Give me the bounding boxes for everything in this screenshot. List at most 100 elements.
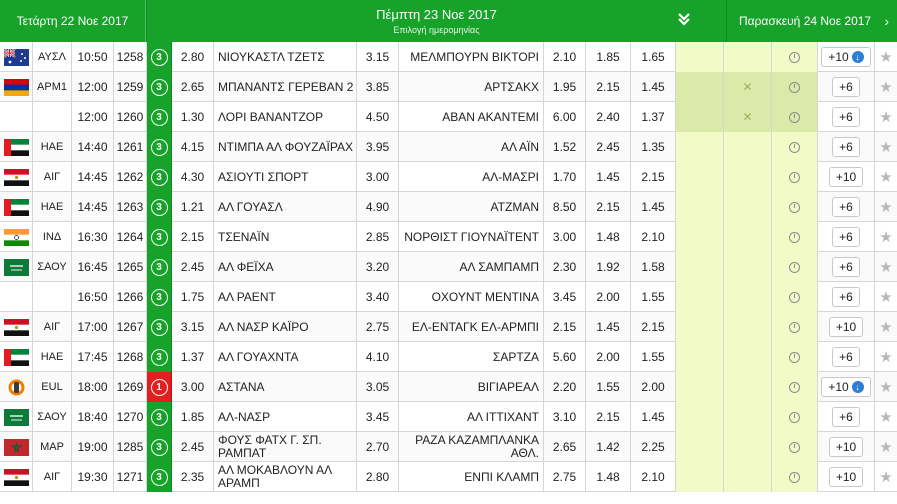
odd-over[interactable]: 1.45	[631, 72, 676, 102]
clock-icon[interactable]	[789, 141, 800, 153]
odd-away[interactable]: 2.10	[544, 42, 586, 72]
odd-draw[interactable]: 2.85	[357, 222, 399, 252]
clock-icon[interactable]	[789, 351, 800, 363]
star-icon[interactable]: ★	[879, 260, 892, 275]
odd-home[interactable]: 2.45	[172, 432, 214, 462]
next-day-tab[interactable]: Παρασκευή 24 Νοε 2017 ›	[727, 0, 897, 42]
odd-away[interactable]: 2.65	[544, 432, 586, 462]
odd-draw[interactable]: 4.10	[357, 342, 399, 372]
odd-over[interactable]: 2.10	[631, 462, 676, 492]
odd-home[interactable]: 1.85	[172, 402, 214, 432]
more-markets-button[interactable]: +10	[828, 317, 864, 337]
odd-away[interactable]: 3.45	[544, 282, 586, 312]
odd-over[interactable]: 2.25	[631, 432, 676, 462]
odd-away[interactable]: 3.10	[544, 402, 586, 432]
more-markets-button[interactable]: +6	[832, 107, 860, 127]
clock-icon[interactable]	[789, 231, 800, 243]
odd-over[interactable]: 1.65	[631, 42, 676, 72]
odd-away[interactable]: 2.15	[544, 312, 586, 342]
star-icon[interactable]: ★	[879, 380, 892, 395]
odd-home[interactable]: 2.35	[172, 462, 214, 492]
odd-draw[interactable]: 2.80	[357, 462, 399, 492]
star-icon[interactable]: ★	[879, 80, 892, 95]
clock-icon[interactable]	[789, 51, 800, 63]
odd-draw[interactable]: 4.90	[357, 192, 399, 222]
odd-over[interactable]: 2.15	[631, 162, 676, 192]
odd-away[interactable]: 2.75	[544, 462, 586, 492]
odd-home[interactable]: 4.15	[172, 132, 214, 162]
star-icon[interactable]: ★	[879, 350, 892, 365]
odd-home[interactable]: 1.21	[172, 192, 214, 222]
odd-under[interactable]: 2.00	[586, 282, 631, 312]
odd-draw[interactable]: 3.45	[357, 402, 399, 432]
odd-away[interactable]: 2.30	[544, 252, 586, 282]
more-markets-button[interactable]: +6	[832, 137, 860, 157]
odd-over[interactable]: 1.35	[631, 132, 676, 162]
odd-over[interactable]: 2.15	[631, 312, 676, 342]
odd-draw[interactable]: 2.70	[357, 432, 399, 462]
odd-away[interactable]: 1.70	[544, 162, 586, 192]
odd-over[interactable]: 2.00	[631, 372, 676, 402]
more-markets-button[interactable]: +10	[828, 167, 864, 187]
odd-under[interactable]: 2.45	[586, 132, 631, 162]
odd-away[interactable]: 5.60	[544, 342, 586, 372]
clock-icon[interactable]	[789, 81, 800, 93]
odd-draw[interactable]: 3.85	[357, 72, 399, 102]
clock-icon[interactable]	[789, 201, 800, 213]
more-markets-button[interactable]: +6	[832, 347, 860, 367]
odd-under[interactable]: 1.92	[586, 252, 631, 282]
odd-over[interactable]: 1.55	[631, 282, 676, 312]
odd-away[interactable]: 2.20	[544, 372, 586, 402]
odd-under[interactable]: 2.00	[586, 342, 631, 372]
current-day-tab[interactable]: Πέμπτη 23 Νοε 2017 Επιλογή ημερομηνίας	[146, 0, 727, 42]
odd-under[interactable]: 2.15	[586, 72, 631, 102]
chevron-down-icon[interactable]	[676, 11, 692, 27]
odd-draw[interactable]: 3.05	[357, 372, 399, 402]
star-icon[interactable]: ★	[879, 410, 892, 425]
star-icon[interactable]: ★	[879, 470, 892, 485]
odd-home[interactable]: 3.15	[172, 312, 214, 342]
more-markets-button[interactable]: +6	[832, 197, 860, 217]
odd-home[interactable]: 4.30	[172, 162, 214, 192]
odd-draw[interactable]: 3.95	[357, 132, 399, 162]
odd-draw[interactable]: 3.20	[357, 252, 399, 282]
odd-away[interactable]: 1.95	[544, 72, 586, 102]
odd-home[interactable]: 2.15	[172, 222, 214, 252]
odd-draw[interactable]: 3.00	[357, 162, 399, 192]
odd-under[interactable]: 1.55	[586, 372, 631, 402]
odd-home[interactable]: 2.65	[172, 72, 214, 102]
odd-away[interactable]: 1.52	[544, 132, 586, 162]
odd-home[interactable]: 2.80	[172, 42, 214, 72]
star-icon[interactable]: ★	[879, 140, 892, 155]
odd-away[interactable]: 6.00	[544, 102, 586, 132]
odd-draw[interactable]: 2.75	[357, 312, 399, 342]
odd-home[interactable]: 3.00	[172, 372, 214, 402]
more-markets-button[interactable]: +10 ↓	[821, 47, 871, 67]
star-icon[interactable]: ★	[879, 200, 892, 215]
star-icon[interactable]: ★	[879, 320, 892, 335]
more-markets-button[interactable]: +10 ↓	[821, 377, 871, 397]
odd-under[interactable]: 1.48	[586, 222, 631, 252]
odd-under[interactable]: 1.85	[586, 42, 631, 72]
clock-icon[interactable]	[789, 381, 800, 393]
clock-icon[interactable]	[789, 471, 800, 483]
odd-over[interactable]: 2.10	[631, 222, 676, 252]
star-icon[interactable]: ★	[879, 50, 892, 65]
odd-draw[interactable]: 3.40	[357, 282, 399, 312]
odd-over[interactable]: 1.37	[631, 102, 676, 132]
odd-draw[interactable]: 4.50	[357, 102, 399, 132]
odd-draw[interactable]: 3.15	[357, 42, 399, 72]
more-markets-button[interactable]: +6	[832, 227, 860, 247]
odd-under[interactable]: 1.45	[586, 312, 631, 342]
odd-home[interactable]: 1.75	[172, 282, 214, 312]
odd-away[interactable]: 8.50	[544, 192, 586, 222]
clock-icon[interactable]	[789, 291, 800, 303]
more-markets-button[interactable]: +6	[832, 287, 860, 307]
odd-under[interactable]: 1.48	[586, 462, 631, 492]
star-icon[interactable]: ★	[879, 230, 892, 245]
odd-over[interactable]: 1.55	[631, 342, 676, 372]
odd-under[interactable]: 2.15	[586, 402, 631, 432]
odd-under[interactable]: 1.42	[586, 432, 631, 462]
prev-day-tab[interactable]: Τετάρτη 22 Νοε 2017	[0, 0, 146, 42]
clock-icon[interactable]	[789, 441, 800, 453]
